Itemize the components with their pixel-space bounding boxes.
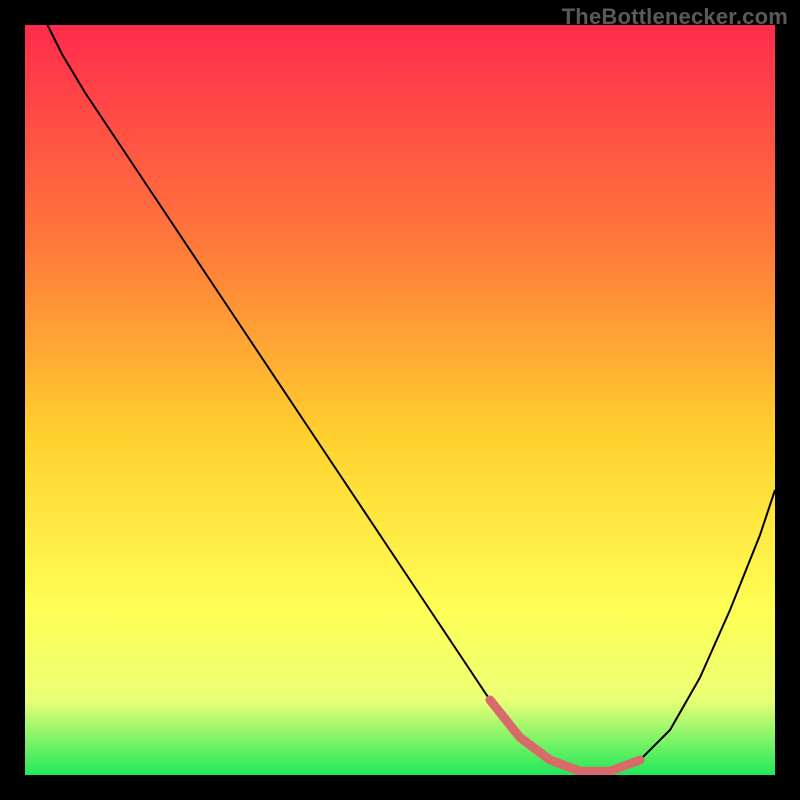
watermark-text: TheBottlenecker.com xyxy=(562,4,788,30)
chart-svg xyxy=(25,25,775,775)
plot-area xyxy=(25,25,775,775)
gradient-background xyxy=(25,25,775,775)
chart-frame: TheBottlenecker.com xyxy=(0,0,800,800)
